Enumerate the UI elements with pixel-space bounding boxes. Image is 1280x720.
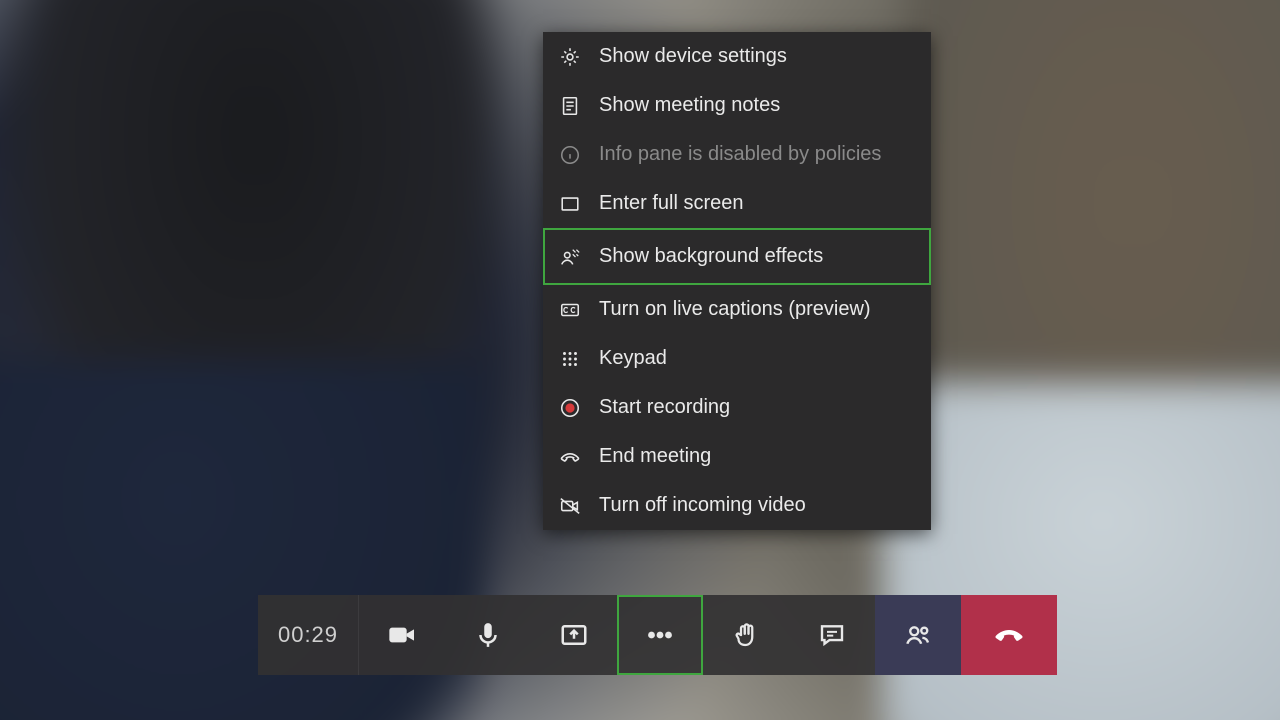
menu-item-label: Show device settings [599, 45, 787, 68]
microphone-icon [473, 620, 503, 650]
menu-item-device-settings[interactable]: Show device settings [543, 32, 931, 81]
hang-up-icon [992, 618, 1026, 652]
menu-item-label: Turn off incoming video [599, 494, 806, 517]
more-actions-button[interactable] [617, 595, 703, 675]
closed-captions-icon [559, 299, 581, 321]
participants-button[interactable] [875, 595, 961, 675]
menu-item-label: Enter full screen [599, 192, 744, 215]
menu-item-label: Info pane is disabled by policies [599, 143, 881, 166]
raise-hand-button[interactable] [703, 595, 789, 675]
call-timer: 00:29 [258, 595, 359, 675]
chat-icon [817, 620, 847, 650]
menu-item-label: End meeting [599, 445, 711, 468]
camera-toggle-button[interactable] [359, 595, 445, 675]
notes-icon [559, 95, 581, 117]
gear-icon [559, 46, 581, 68]
end-meeting-icon [559, 446, 581, 468]
info-icon [559, 144, 581, 166]
meeting-toolbar: 00:29 [258, 595, 1057, 675]
video-off-icon [559, 495, 581, 517]
menu-item-turn-off-incoming-video[interactable]: Turn off incoming video [543, 481, 931, 530]
more-actions-menu: Show device settings Show meeting notes … [543, 32, 931, 530]
hang-up-button[interactable] [961, 595, 1057, 675]
menu-item-enter-fullscreen[interactable]: Enter full screen [543, 179, 931, 228]
menu-item-keypad[interactable]: Keypad [543, 334, 931, 383]
mic-toggle-button[interactable] [445, 595, 531, 675]
menu-item-live-captions[interactable]: Turn on live captions (preview) [543, 285, 931, 334]
share-screen-icon [559, 620, 589, 650]
more-icon [643, 618, 677, 652]
menu-item-meeting-notes[interactable]: Show meeting notes [543, 81, 931, 130]
menu-item-label: Turn on live captions (preview) [599, 298, 871, 321]
menu-item-label: Show background effects [599, 245, 823, 268]
keypad-icon [559, 348, 581, 370]
raise-hand-icon [731, 620, 761, 650]
menu-item-label: Show meeting notes [599, 94, 780, 117]
menu-item-end-meeting[interactable]: End meeting [543, 432, 931, 481]
people-icon [903, 620, 933, 650]
background-effects-icon [559, 246, 581, 268]
chat-button[interactable] [789, 595, 875, 675]
menu-item-label: Keypad [599, 347, 667, 370]
record-icon [559, 397, 581, 419]
menu-item-background-effects[interactable]: Show background effects [543, 228, 931, 285]
menu-item-start-recording[interactable]: Start recording [543, 383, 931, 432]
camera-icon [386, 619, 418, 651]
fullscreen-icon [559, 193, 581, 215]
menu-item-label: Start recording [599, 396, 730, 419]
menu-item-info-pane-disabled: Info pane is disabled by policies [543, 130, 931, 179]
share-screen-button[interactable] [531, 595, 617, 675]
